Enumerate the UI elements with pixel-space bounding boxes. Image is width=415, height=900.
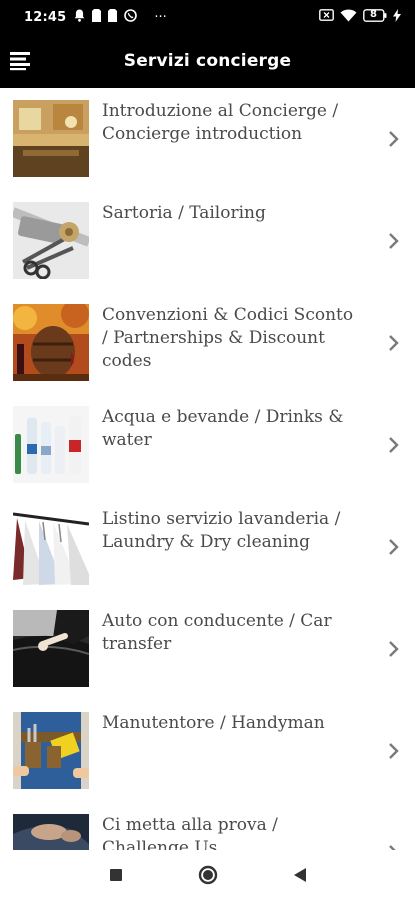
list-item-label: Convenzioni & Codici Sconto / Partnershi… [102,305,354,371]
recent-apps-button[interactable] [105,864,127,886]
square-icon [109,869,122,881]
wifi-icon [340,9,357,26]
system-navigation-bar [0,850,415,900]
chevron-right-icon [389,233,399,249]
no-sim-icon [319,9,334,25]
circle-icon [198,865,217,885]
charging-icon [393,8,401,26]
status-time: 12:45 [24,9,67,25]
list-item-partnerships[interactable]: Convenzioni & Codici Sconto / Partnershi… [0,292,415,394]
chevron-right-icon [389,335,399,351]
back-button[interactable] [289,864,311,886]
list-item-drinks-water[interactable]: Acqua e bevande / Drinks & water [0,394,415,496]
list-item-car-transfer[interactable]: Auto con conducente / Car transfer [0,598,415,700]
thumb-hotel-lobby-image [13,100,89,177]
app-bar: Servizi concierge [0,34,415,88]
sim-icon [92,8,102,26]
thumb-car-door-image [13,610,89,687]
back-triangle-icon [293,868,306,882]
list-item-label: Introduzione al Concierge / Concierge in… [102,101,339,144]
list-item-label: Acqua e bevande / Drinks & water [102,407,344,450]
thumb-tool-belt-image [13,712,89,789]
chevron-right-icon [389,743,399,759]
home-button[interactable] [197,864,219,886]
chevron-right-icon [389,131,399,147]
status-bar: 12:45 ··· 8 [0,0,415,34]
bell-icon [74,9,85,26]
thumb-shirts-hangers-image [13,508,89,585]
list-item-label: Ci metta alla prova / Challenge Us [102,815,278,850]
menu-icon [10,52,30,71]
page-title: Servizi concierge [123,51,292,71]
chevron-right-icon [389,437,399,453]
services-list: Introduzione al Concierge / Concierge in… [0,88,415,850]
battery-icon: 8 [363,9,387,26]
whatsapp-icon [124,8,138,26]
list-item-label: Auto con conducente / Car transfer [102,611,332,654]
list-item-tailoring[interactable]: Sartoria / Tailoring [0,190,415,292]
list-item-label: Listino servizio lavanderia / Laundry & … [102,509,341,552]
thumb-scissors-thread-image [13,202,89,279]
list-item-handyman[interactable]: Manutentore / Handyman [0,700,415,802]
list-item-laundry[interactable]: Listino servizio lavanderia / Laundry & … [0,496,415,598]
list-item-concierge-introduction[interactable]: Introduzione al Concierge / Concierge in… [0,88,415,190]
menu-button[interactable] [10,49,34,73]
list-item-label: Manutentore / Handyman [102,713,325,733]
battery-level: 8 [370,8,377,20]
thumb-bottles-image [13,406,89,483]
thumb-hands-image [13,814,89,850]
list-item-challenge-us[interactable]: Ci metta alla prova / Challenge Us [0,802,415,850]
chevron-right-icon [389,641,399,657]
thumb-wine-barrel-image [13,304,89,381]
sim-icon [108,8,118,26]
more-dots-icon: ··· [154,9,167,25]
chevron-right-icon [389,539,399,555]
list-item-label: Sartoria / Tailoring [102,203,266,223]
